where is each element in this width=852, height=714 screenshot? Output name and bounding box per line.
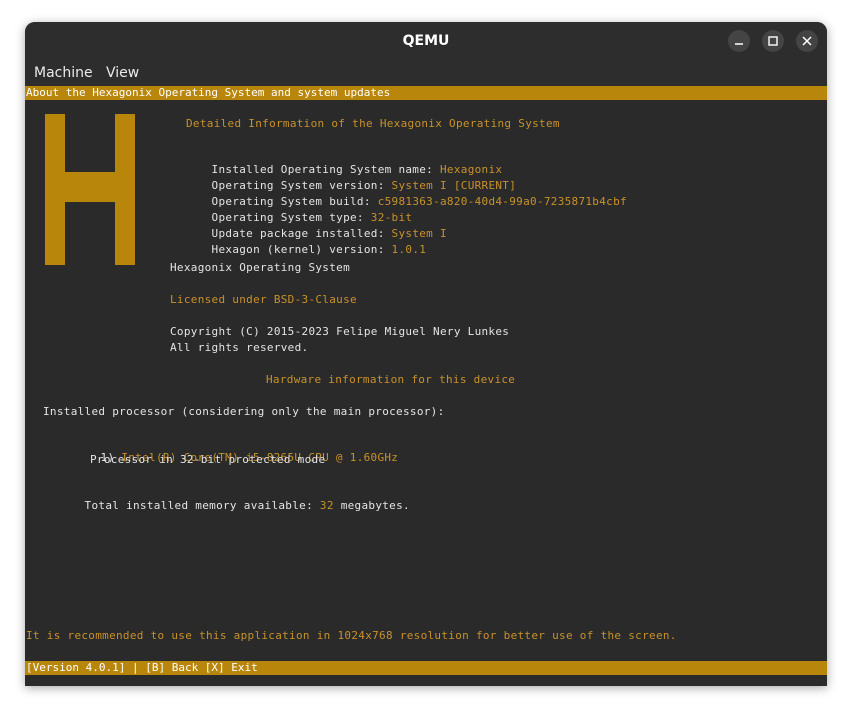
license-text: Licensed under BSD-3-Clause: [170, 293, 357, 306]
menu-bar: Machine View: [25, 60, 827, 86]
kernel-version-label: Hexagon (kernel) version:: [211, 243, 392, 256]
hardware-heading: Hardware information for this device: [266, 373, 516, 386]
os-build-value: c5981363-a820-40d4-99a0-7235871b4cbf: [377, 195, 627, 208]
header-text: About the Hexagonix Operating System and…: [26, 86, 391, 99]
cpu-row: 1) Intel(R) Core(TM) i5-8265U CPU @ 1.60…: [59, 437, 398, 464]
processor-intro: Installed processor (considering only th…: [43, 405, 445, 418]
memory-value: 32: [319, 499, 334, 512]
os-full-name: Hexagonix Operating System: [170, 261, 350, 274]
qemu-window: QEMU Machine View About the Hexagonix Op…: [25, 22, 827, 686]
cpu-mode: Processor in 32-bit protected mode: [90, 453, 326, 466]
memory-label: Total installed memory available:: [84, 499, 320, 512]
kernel-version-value: 1.0.1: [391, 243, 427, 256]
copyright-text: Copyright (C) 2015-2023 Felipe Miguel Ne…: [170, 325, 510, 338]
update-package-row: Update package installed: System I: [170, 213, 447, 240]
maximize-button[interactable]: [762, 30, 784, 52]
memory-unit: megabytes.: [333, 499, 410, 512]
maximize-icon: [768, 36, 778, 46]
os-build-row: Operating System build: c5981363-a820-40…: [170, 181, 627, 208]
hexagonix-logo: [45, 114, 135, 265]
window-title: QEMU: [402, 33, 450, 49]
menu-view[interactable]: View: [106, 60, 139, 86]
resolution-recommendation: It is recommended to use this applicatio…: [26, 629, 677, 642]
vm-screen[interactable]: About the Hexagonix Operating System and…: [25, 86, 827, 686]
os-type-row: Operating System type: 32-bit: [170, 197, 412, 224]
footer-text: [Version 4.0.1] | [B] Back [X] Exit: [26, 661, 258, 674]
info-heading: Detailed Information of the Hexagonix Op…: [186, 117, 560, 130]
kernel-version-row: Hexagon (kernel) version: 1.0.1: [170, 229, 426, 256]
os-version-row: Operating System version: System I [CURR…: [170, 165, 516, 192]
minimize-button[interactable]: [728, 30, 750, 52]
minimize-icon: [735, 43, 743, 45]
rights-text: All rights reserved.: [170, 341, 309, 354]
os-name-row: Installed Operating System name: Hexagon…: [170, 149, 502, 176]
footer-bar: [Version 4.0.1] | [B] Back [X] Exit: [25, 661, 827, 675]
memory-row: Total installed memory available: 32 meg…: [43, 485, 410, 512]
close-icon: [802, 36, 812, 46]
close-button[interactable]: [796, 30, 818, 52]
menu-machine[interactable]: Machine: [34, 60, 93, 86]
title-bar[interactable]: QEMU: [25, 22, 827, 60]
header-bar: About the Hexagonix Operating System and…: [25, 86, 827, 100]
